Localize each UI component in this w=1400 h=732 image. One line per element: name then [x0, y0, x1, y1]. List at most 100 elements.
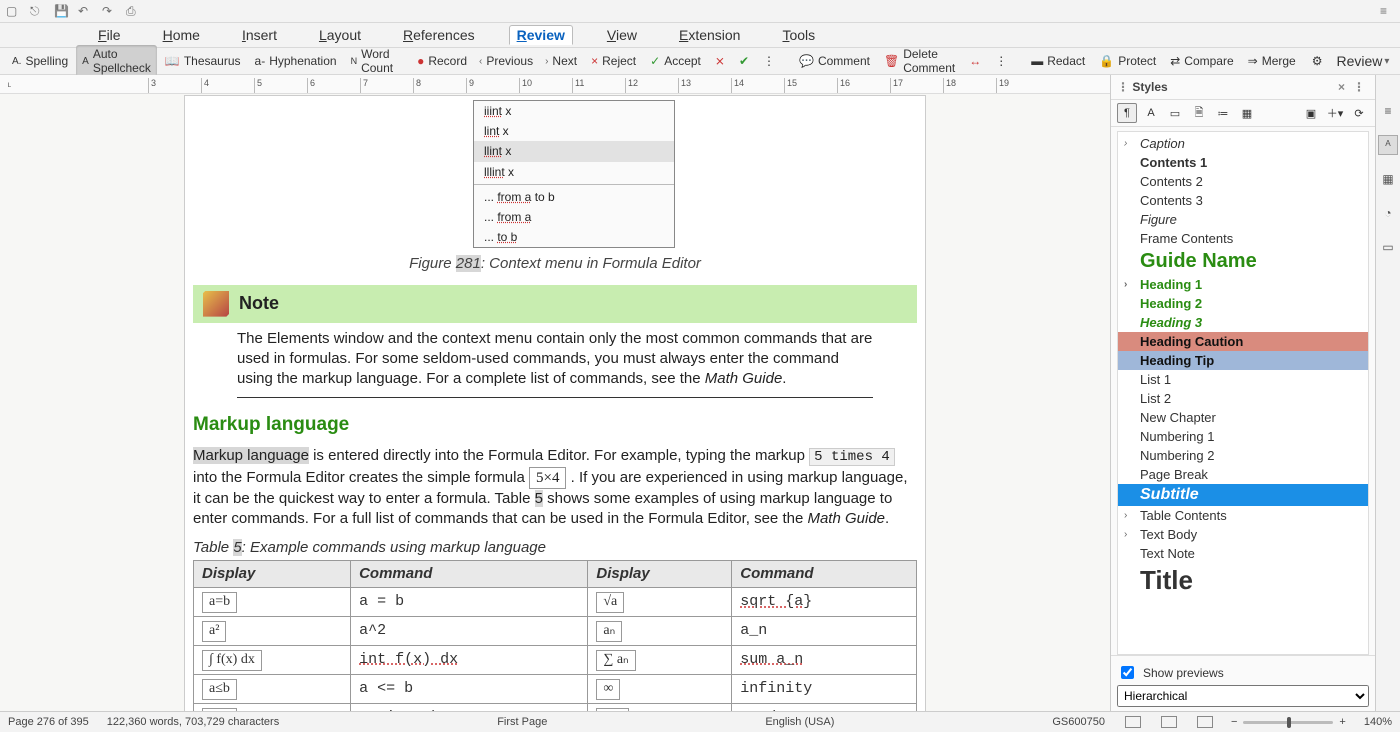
undo-icon[interactable]: ↶ [78, 4, 92, 18]
status-page-style[interactable]: First Page [497, 716, 547, 728]
hyphenation-button[interactable]: a-Hyphenation [249, 52, 343, 70]
style-item[interactable]: Heading 2 [1118, 294, 1368, 313]
overflow2-button[interactable]: ⋮ [989, 52, 1013, 70]
compare-button[interactable]: ⇄Compare [1164, 52, 1239, 70]
comment-button[interactable]: 💬Comment [793, 52, 876, 70]
style-item[interactable]: Figure [1118, 210, 1368, 229]
style-item[interactable]: ›Caption [1118, 134, 1368, 153]
close-icon[interactable]: × [1334, 80, 1349, 94]
save-icon[interactable]: 💾 [54, 4, 68, 18]
spelling-button[interactable]: A.Spelling [6, 52, 74, 70]
show-previews-input[interactable] [1121, 666, 1134, 679]
reject-button[interactable]: ×Reject [585, 52, 642, 70]
zoom-slider[interactable]: − + [1231, 716, 1346, 728]
menu-references[interactable]: References [395, 25, 483, 45]
style-item[interactable]: List 1 [1118, 370, 1368, 389]
grip-icon[interactable]: ⋮ [1117, 80, 1129, 94]
style-item[interactable]: New Chapter [1118, 408, 1368, 427]
redact-button[interactable]: ▬Redact [1025, 52, 1091, 70]
style-item[interactable]: Contents 2 [1118, 172, 1368, 191]
style-item[interactable]: Heading Tip [1118, 351, 1368, 370]
status-signature[interactable]: GS600750 [1052, 716, 1105, 728]
hamburger-icon[interactable]: ≡ [1380, 4, 1394, 18]
new-style-button[interactable]: ＋▾ [1325, 103, 1345, 123]
hyphen-icon: a- [255, 54, 266, 68]
style-item[interactable]: ›Heading 1 [1118, 275, 1368, 294]
note-icon [203, 291, 229, 317]
style-item[interactable]: Text Note [1118, 544, 1368, 563]
merge-button[interactable]: ⇒Merge [1242, 52, 1302, 70]
previous-button[interactable]: ‹Previous [475, 52, 539, 70]
view-layout-book[interactable] [1197, 716, 1213, 728]
table-header: Command [732, 560, 917, 587]
redo-icon[interactable]: ↷ [102, 4, 116, 18]
overflow-button[interactable]: ⋮ [757, 52, 781, 70]
horizontal-ruler[interactable]: ᴸ 345678910111213141516171819 [0, 75, 1110, 94]
menu-home[interactable]: Home [155, 25, 208, 45]
delete-comment-button[interactable]: 🗑Delete Comment [878, 45, 961, 77]
style-item[interactable]: Title [1118, 563, 1368, 598]
style-item[interactable]: Heading Caution [1118, 332, 1368, 351]
thesaurus-button[interactable]: 📖Thesaurus [159, 52, 247, 70]
menu-insert[interactable]: Insert [234, 25, 285, 45]
status-page[interactable]: Page 276 of 395 [8, 716, 89, 728]
menu-tools[interactable]: Tools [774, 25, 823, 45]
style-item[interactable]: Contents 3 [1118, 191, 1368, 210]
accept-all-button[interactable]: ✔ [733, 52, 755, 70]
style-item[interactable]: Guide Name [1118, 248, 1368, 275]
reject-all-button[interactable]: ⨯ [709, 52, 731, 70]
record-button[interactable]: ●Record [411, 52, 473, 70]
style-item[interactable]: Page Break [1118, 465, 1368, 484]
style-item[interactable]: Frame Contents [1118, 229, 1368, 248]
style-item[interactable]: Subtitle [1118, 484, 1368, 506]
frame-styles-tab[interactable]: ▭ [1165, 103, 1185, 123]
review-settings-button[interactable]: ⚙ [1306, 52, 1329, 70]
accept-button[interactable]: ✓Accept [644, 52, 707, 70]
status-zoom[interactable]: 140% [1364, 716, 1392, 728]
styles-rail-icon[interactable]: ᴬ [1378, 135, 1398, 155]
menu-file[interactable]: File [90, 25, 129, 45]
style-item[interactable]: ›Text Body [1118, 525, 1368, 544]
next-button[interactable]: ›Next [541, 52, 583, 70]
view-layout-multi[interactable] [1161, 716, 1177, 728]
document-viewport[interactable]: iiint xlint xllint xlllint x... from a t… [0, 94, 1110, 711]
protect-button[interactable]: 🔒Protect [1093, 52, 1162, 70]
word-count-button[interactable]: NWord Count [345, 45, 400, 77]
style-item[interactable]: Contents 1 [1118, 153, 1368, 172]
page-rail-icon[interactable]: ▭ [1378, 237, 1398, 257]
menu-extension[interactable]: Extension [671, 25, 749, 45]
navigator-rail-icon[interactable]: ◔ [1378, 203, 1398, 223]
view-layout-single[interactable] [1125, 716, 1141, 728]
show-previews-checkbox[interactable]: Show previews [1117, 660, 1369, 685]
print-icon[interactable]: ⎙ [126, 4, 140, 18]
open-icon[interactable]: ⎋ [30, 4, 44, 18]
menu-view[interactable]: View [599, 25, 645, 45]
review-dropdown[interactable]: Review ▾ [1330, 51, 1395, 71]
paragraph-styles-tab[interactable]: ¶ [1117, 103, 1137, 123]
style-item[interactable]: Numbering 1 [1118, 427, 1368, 446]
auto-spellcheck-button[interactable]: AAuto Spellcheck [76, 45, 157, 77]
menu-layout[interactable]: Layout [311, 25, 369, 45]
update-style-button[interactable]: ⟳ [1349, 103, 1369, 123]
status-language[interactable]: English (USA) [765, 716, 834, 728]
fill-format-button[interactable]: ▣ [1301, 103, 1321, 123]
zoom-out-icon[interactable]: − [1231, 716, 1237, 728]
style-filter-select[interactable]: Hierarchical [1117, 685, 1369, 707]
page-styles-tab[interactable]: 🗎 [1189, 103, 1209, 123]
style-item[interactable]: ›Table Contents [1118, 506, 1368, 525]
zoom-in-icon[interactable]: + [1339, 716, 1345, 728]
styles-list[interactable]: ›CaptionContents 1Contents 2Contents 3Fi… [1117, 131, 1369, 655]
properties-rail-icon[interactable]: ≡ [1378, 101, 1398, 121]
list-styles-tab[interactable]: ≔ [1213, 103, 1233, 123]
more-icon[interactable]: ⋮ [1349, 80, 1369, 94]
character-styles-tab[interactable]: A [1141, 103, 1161, 123]
style-item[interactable]: Numbering 2 [1118, 446, 1368, 465]
gallery-rail-icon[interactable]: ▦ [1378, 169, 1398, 189]
style-item[interactable]: List 2 [1118, 389, 1368, 408]
table-styles-tab[interactable]: ▦ [1237, 103, 1257, 123]
style-item[interactable]: Heading 3 [1118, 313, 1368, 332]
comment-nav-button[interactable]: ↔ [963, 52, 987, 70]
status-word-count[interactable]: 122,360 words, 703,729 characters [107, 716, 279, 728]
new-doc-icon[interactable]: ▢ [6, 4, 20, 18]
menu-review[interactable]: Review [509, 25, 573, 45]
